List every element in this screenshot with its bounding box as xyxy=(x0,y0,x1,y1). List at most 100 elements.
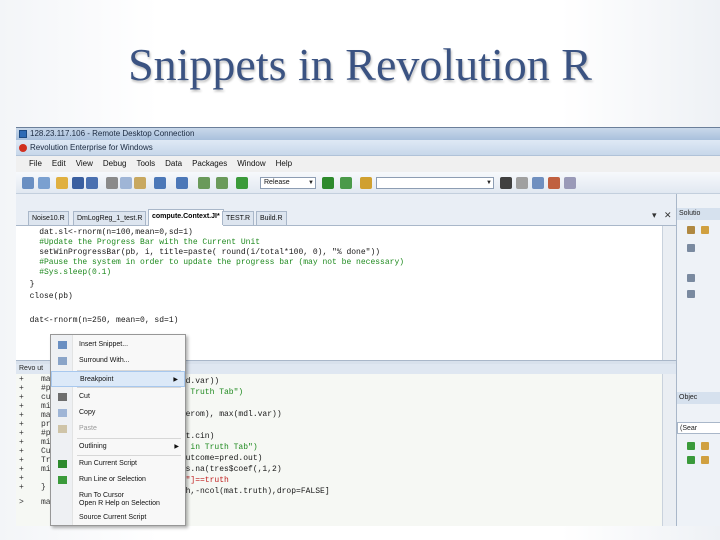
tab-test[interactable]: TEST.R xyxy=(222,211,255,225)
menu-item-surround-with[interactable]: Surround With... xyxy=(51,353,185,369)
editor-scrollbar[interactable] xyxy=(662,226,676,360)
tree-node-icon[interactable] xyxy=(687,290,695,298)
expand-icon[interactable]: + xyxy=(19,402,27,411)
tab-compute-context[interactable]: compute.Context.JI* xyxy=(148,209,224,226)
copy-toolbar-icon[interactable] xyxy=(120,177,132,189)
start-debug-icon[interactable] xyxy=(236,177,248,189)
tree-node-icon[interactable] xyxy=(687,244,695,252)
console-line: uth,-ncol(mat.truth),drop=FALSE] xyxy=(176,487,330,496)
menu-file[interactable]: File xyxy=(24,156,47,172)
code-line: dat<-rnorm(n=250, mean=0, sd=1) xyxy=(20,316,179,325)
document-tabs: Noise10.R DmLogReg_1_test.R compute.Cont… xyxy=(16,194,676,226)
expand-icon[interactable]: + xyxy=(19,375,27,384)
menu-view[interactable]: View xyxy=(71,156,98,172)
find-icon[interactable] xyxy=(360,177,372,189)
tab-build[interactable]: Build.R xyxy=(256,211,287,225)
undo-icon[interactable] xyxy=(154,177,166,189)
cut-icon xyxy=(58,393,67,401)
app-title: Revolution Enterprise for Windows xyxy=(30,143,153,152)
navigate-forward-icon[interactable] xyxy=(216,177,228,189)
object-folder-icon[interactable] xyxy=(701,442,709,450)
expand-icon[interactable]: + xyxy=(19,420,27,429)
find-combo[interactable]: ▼ xyxy=(376,177,494,189)
configuration-select[interactable]: Release ▼ xyxy=(260,177,316,189)
solution-folder-icon[interactable] xyxy=(687,226,695,234)
expand-icon[interactable]: + xyxy=(19,384,27,393)
code-line: close(pb) xyxy=(20,292,73,301)
run-selection-icon[interactable] xyxy=(340,177,352,189)
menu-item-run-current-script[interactable]: Run Current Script xyxy=(51,456,185,472)
expand-icon[interactable]: + xyxy=(19,393,27,402)
toolbox-icon[interactable] xyxy=(548,177,560,189)
cut-toolbar-icon[interactable] xyxy=(106,177,118,189)
console-line: ,jerom), max(mdl.var)) xyxy=(176,410,282,419)
options-icon[interactable] xyxy=(516,177,528,189)
tree-node-icon[interactable] xyxy=(687,274,695,282)
paste-toolbar-icon[interactable] xyxy=(134,177,146,189)
menu-item-label: Breakpoint xyxy=(80,376,114,383)
navigate-back-icon[interactable] xyxy=(198,177,210,189)
properties-icon[interactable] xyxy=(532,177,544,189)
new-project-icon[interactable] xyxy=(38,177,50,189)
close-icon[interactable]: ✕ xyxy=(664,210,672,221)
submenu-arrow-icon: ▶ xyxy=(173,377,178,383)
object-tree-icon[interactable] xyxy=(687,442,695,450)
extensions-icon[interactable] xyxy=(564,177,576,189)
menu-packages[interactable]: Packages xyxy=(187,156,232,172)
menu-item-outlining[interactable]: Outlining ▶ xyxy=(51,439,185,455)
run-line-icon xyxy=(58,476,67,484)
menu-item-label: Paste xyxy=(79,425,97,432)
expand-icon[interactable]: + xyxy=(19,456,27,465)
menu-debug[interactable]: Debug xyxy=(98,156,132,172)
expand-icon[interactable]: + xyxy=(19,438,27,447)
menu-item-label: Cut xyxy=(79,393,90,400)
console-line: in Truth Tab") xyxy=(176,388,244,397)
object-search-box[interactable]: (Sear xyxy=(677,422,720,434)
menu-item-copy[interactable]: Copy xyxy=(51,405,185,421)
expand-icon[interactable]: + xyxy=(19,483,27,492)
code-line: #Pause the system in order to update the… xyxy=(20,258,405,267)
chevron-down-icon: ▼ xyxy=(486,180,492,186)
expand-icon[interactable]: + xyxy=(19,411,27,420)
console-line: } xyxy=(41,483,46,492)
project-icon[interactable] xyxy=(701,226,709,234)
console-line: is.na(tres$coef(,1,2) xyxy=(176,465,282,474)
editor-context-menu: Insert Snippet... Surround With... Break… xyxy=(50,334,186,526)
save-all-icon[interactable] xyxy=(86,177,98,189)
menu-item-cut[interactable]: Cut xyxy=(51,389,185,405)
menu-help[interactable]: Help xyxy=(271,156,297,172)
tab-dmlogreg[interactable]: DmLogReg_1_test.R xyxy=(73,211,147,225)
menu-item-insert-snippet[interactable]: Insert Snippet... xyxy=(51,337,185,353)
menu-edit[interactable]: Edit xyxy=(47,156,71,172)
expand-icon[interactable]: + xyxy=(19,429,27,438)
expand-icon[interactable]: + xyxy=(19,474,27,483)
menu-item-breakpoint[interactable]: Breakpoint ▶ xyxy=(51,371,185,387)
window-icon[interactable] xyxy=(500,177,512,189)
expand-icon[interactable]: + xyxy=(19,465,27,474)
object-browser-header: Objec xyxy=(677,392,720,404)
open-folder-icon[interactable] xyxy=(56,177,68,189)
object-tree-icon[interactable] xyxy=(687,456,695,464)
object-folder-icon[interactable] xyxy=(701,456,709,464)
expand-icon[interactable]: + xyxy=(19,447,27,456)
menu-item-label: Open R Help on Selection xyxy=(79,500,160,507)
menu-item-label: Source Current Script xyxy=(79,514,147,521)
remote-desktop-title: 128.23.117.106 - Remote Desktop Connecti… xyxy=(30,129,195,138)
menu-item-source-current-script[interactable]: Source Current Script xyxy=(51,510,185,526)
tab-list-icon[interactable]: ▾ xyxy=(652,210,657,221)
menu-window[interactable]: Window xyxy=(232,156,270,172)
revolution-r-icon xyxy=(19,144,27,152)
run-icon[interactable] xyxy=(322,177,334,189)
menu-item-label: Run Current Script xyxy=(79,460,137,467)
console-scrollbar[interactable] xyxy=(662,374,676,526)
tab-noise10[interactable]: Noise10.R xyxy=(28,211,69,225)
menu-item-label: Copy xyxy=(79,409,96,416)
menu-bar: File Edit View Debug Tools Data Packages… xyxy=(16,156,720,172)
menu-tools[interactable]: Tools xyxy=(131,156,160,172)
menu-data[interactable]: Data xyxy=(160,156,187,172)
menu-item-paste: Paste xyxy=(51,421,185,437)
redo-icon[interactable] xyxy=(176,177,188,189)
new-file-icon[interactable] xyxy=(22,177,34,189)
menu-item-run-line-or-selection[interactable]: Run Line or Selection xyxy=(51,472,185,488)
save-icon[interactable] xyxy=(72,177,84,189)
